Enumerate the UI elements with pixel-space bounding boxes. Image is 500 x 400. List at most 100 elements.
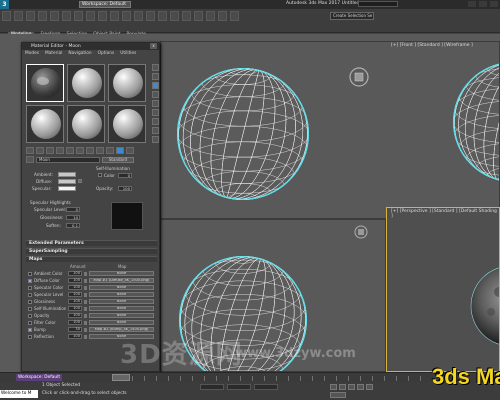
map-slot-button[interactable]: Map #2 (Bump_4K_1500.png): [89, 327, 154, 332]
material-editor-titlebar[interactable]: Material Editor - Moon x: [22, 43, 159, 50]
self-illum-color-spinner[interactable]: 0: [118, 173, 132, 178]
select-by-name-icon[interactable]: [86, 11, 95, 21]
previous-frame-icon[interactable]: [339, 384, 346, 390]
selection-filter-icon[interactable]: [62, 11, 71, 21]
map-enable-checkbox[interactable]: [28, 328, 32, 332]
menu-material[interactable]: Material: [45, 50, 62, 57]
viewport-perspective[interactable]: [+] [Perspective ] [Standard ] [Default …: [386, 207, 500, 372]
rollout-maps[interactable]: Maps: [26, 256, 157, 262]
material-map-navigator-icon[interactable]: [152, 136, 159, 143]
select-by-material-icon[interactable]: [152, 127, 159, 134]
lock-icon[interactable]: [84, 314, 87, 318]
material-slot[interactable]: [108, 64, 146, 102]
map-slot-button[interactable]: Map #1 (Diffuse_4K_1500.png): [89, 278, 154, 283]
make-preview-icon[interactable]: [152, 109, 159, 116]
next-frame-icon[interactable]: [357, 384, 364, 390]
material-slot[interactable]: [67, 105, 105, 143]
put-to-scene-icon[interactable]: [36, 147, 44, 154]
snap-icon[interactable]: [182, 11, 191, 21]
map-slot-button[interactable]: None: [89, 271, 154, 276]
close-icon[interactable]: [490, 1, 498, 7]
material-slot[interactable]: [26, 105, 64, 143]
map-amount-spinner[interactable]: 100: [68, 292, 82, 297]
material-slot[interactable]: [108, 105, 146, 143]
lock-icon[interactable]: [84, 321, 87, 325]
mirror-icon[interactable]: [218, 11, 227, 21]
rectangle-selection-icon[interactable]: [98, 11, 107, 21]
material-slot[interactable]: [67, 64, 105, 102]
app-logo-icon[interactable]: 3: [0, 0, 9, 9]
material-id-icon[interactable]: [86, 147, 94, 154]
pick-material-icon[interactable]: [26, 156, 34, 163]
menu-options[interactable]: Options: [98, 50, 115, 57]
specular-color-swatch[interactable]: [58, 186, 76, 191]
go-to-parent-icon[interactable]: [116, 147, 124, 154]
viewport-left[interactable]: [160, 219, 386, 372]
material-slot-moon[interactable]: [26, 64, 64, 102]
lock-icon[interactable]: [84, 286, 87, 290]
map-slot-button[interactable]: None: [89, 292, 154, 297]
lock-icon[interactable]: [84, 272, 87, 276]
workspace-selector-bottom[interactable]: Workspace: Default: [16, 374, 62, 381]
rollout-extended-parameters[interactable]: Extended Parameters: [26, 240, 157, 246]
lock-icon[interactable]: [84, 328, 87, 332]
workspace-selector[interactable]: Workspace: Default: [79, 1, 131, 8]
viewport-front[interactable]: [+] [Front ] [Standard ] [Wireframe ]: [160, 41, 500, 219]
make-unique-icon[interactable]: [66, 147, 74, 154]
map-slot-button[interactable]: None: [89, 320, 154, 325]
lock-icon[interactable]: [84, 300, 87, 304]
map-enable-checkbox[interactable]: [28, 293, 32, 297]
redo-icon[interactable]: [14, 11, 23, 21]
rotate-icon[interactable]: [134, 11, 143, 21]
map-amount-spinner[interactable]: 100: [68, 299, 82, 304]
map-slot-button[interactable]: None: [89, 285, 154, 290]
selection-set-dropdown[interactable]: Create Selection Se: [330, 12, 374, 20]
map-amount-spinner[interactable]: 100: [68, 278, 82, 283]
unlink-icon[interactable]: [38, 11, 47, 21]
map-enable-checkbox[interactable]: [28, 335, 32, 339]
diffuse-color-swatch[interactable]: [58, 179, 76, 184]
video-color-check-icon[interactable]: [152, 100, 159, 107]
map-amount-spinner[interactable]: 100: [68, 306, 82, 311]
lock-icon[interactable]: [84, 279, 87, 283]
map-enable-checkbox[interactable]: [28, 307, 32, 311]
play-icon[interactable]: [348, 384, 355, 390]
map-enable-checkbox[interactable]: [28, 279, 32, 283]
time-slider[interactable]: [112, 374, 130, 381]
minimize-icon[interactable]: [468, 1, 476, 7]
link-icon[interactable]: [26, 11, 35, 21]
get-material-icon[interactable]: [26, 147, 34, 154]
map-slot-button[interactable]: None: [89, 334, 154, 339]
material-name-field[interactable]: Moon: [36, 156, 100, 163]
map-enable-checkbox[interactable]: [28, 286, 32, 290]
go-to-end-icon[interactable]: [366, 384, 373, 390]
map-amount-spinner[interactable]: 100: [68, 313, 82, 318]
map-enable-checkbox[interactable]: [28, 272, 32, 276]
sample-uv-tiling-icon[interactable]: [152, 91, 159, 98]
go-to-start-icon[interactable]: [330, 384, 337, 390]
background-icon[interactable]: [152, 82, 159, 89]
map-amount-spinner[interactable]: 100: [68, 334, 82, 339]
undo-icon[interactable]: [2, 11, 11, 21]
material-type-button[interactable]: Standard: [102, 156, 134, 163]
map-amount-spinner[interactable]: 100: [68, 271, 82, 276]
specular-level-spinner[interactable]: 0: [66, 207, 80, 212]
y-coordinate-field[interactable]: [227, 384, 251, 390]
map-enable-checkbox[interactable]: [28, 314, 32, 318]
maximize-icon[interactable]: [479, 1, 487, 7]
ambient-color-swatch[interactable]: [58, 172, 76, 177]
bind-space-warp-icon[interactable]: [50, 11, 59, 21]
map-amount-spinner[interactable]: 100: [68, 320, 82, 325]
lock-icon[interactable]: [84, 335, 87, 339]
glossiness-spinner[interactable]: 10: [66, 215, 80, 220]
align-icon[interactable]: [230, 11, 239, 21]
lock-icon[interactable]: [84, 293, 87, 297]
x-coordinate-field[interactable]: [200, 384, 224, 390]
set-key-button[interactable]: [330, 392, 346, 398]
menu-utilities[interactable]: Utilities: [120, 50, 136, 57]
opacity-spinner[interactable]: 100: [118, 186, 132, 191]
close-icon[interactable]: x: [150, 43, 157, 49]
show-shaded-icon[interactable]: [96, 147, 104, 154]
rollout-supersampling[interactable]: SuperSampling: [26, 248, 157, 254]
z-coordinate-field[interactable]: [254, 384, 278, 390]
